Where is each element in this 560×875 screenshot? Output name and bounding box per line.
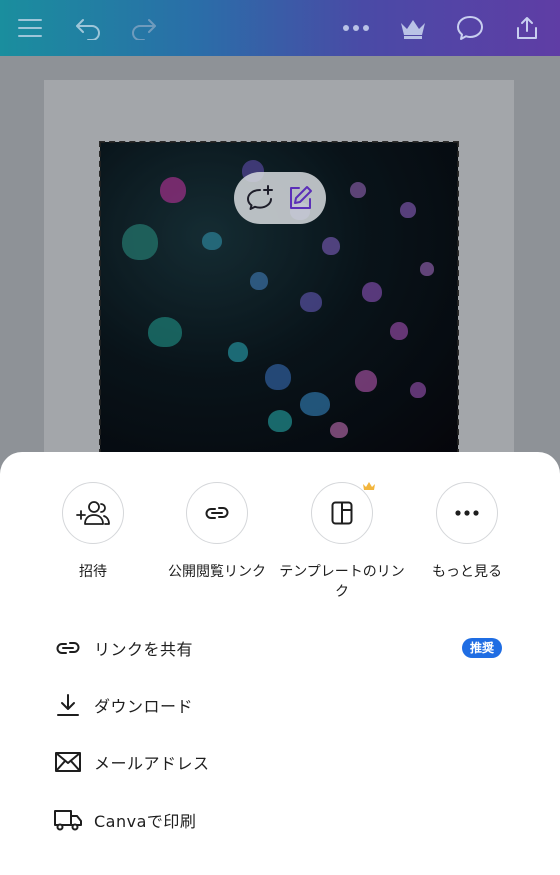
row-email[interactable]: メールアドレス bbox=[52, 742, 502, 782]
row-label: リンクを共有 bbox=[94, 640, 194, 659]
row-label: メールアドレス bbox=[94, 754, 210, 773]
invite-icon[interactable] bbox=[62, 482, 124, 544]
share-icon[interactable] bbox=[507, 8, 547, 48]
share-bottom-sheet: 招待 公開閲覧リンク テンプレートのリンク もっと見る リンクを共有 推奨 ダウ… bbox=[0, 452, 560, 875]
menu-icon[interactable] bbox=[10, 8, 50, 48]
row-download[interactable]: ダウンロード bbox=[52, 685, 502, 725]
crown-icon[interactable] bbox=[393, 8, 433, 48]
add-comment-icon[interactable] bbox=[242, 180, 278, 216]
top-toolbar bbox=[0, 0, 560, 56]
more-icon[interactable] bbox=[436, 482, 498, 544]
share-option-invite[interactable]: 招待 bbox=[30, 482, 156, 582]
share-option-template-link[interactable]: テンプレートのリンク bbox=[279, 482, 405, 602]
edit-icon[interactable] bbox=[282, 180, 318, 216]
link-icon[interactable] bbox=[186, 482, 248, 544]
row-label: Canvaで印刷 bbox=[94, 812, 197, 831]
element-floating-toolbar bbox=[234, 172, 326, 224]
share-option-label: もっと見る bbox=[432, 564, 502, 580]
undo-icon[interactable] bbox=[68, 8, 108, 48]
link-icon bbox=[52, 632, 84, 664]
redo-icon[interactable] bbox=[124, 8, 164, 48]
share-option-label: テンプレートのリンク bbox=[279, 564, 405, 600]
mail-icon bbox=[52, 746, 84, 778]
pro-crown-icon bbox=[362, 477, 376, 496]
share-option-label: 公開閲覧リンク bbox=[168, 564, 266, 580]
share-option-more[interactable]: もっと見る bbox=[404, 482, 530, 582]
truck-icon bbox=[52, 804, 84, 836]
share-option-label: 招待 bbox=[79, 564, 107, 580]
row-print-with-canva[interactable]: Canvaで印刷 bbox=[52, 800, 502, 840]
comment-icon[interactable] bbox=[450, 8, 490, 48]
recommended-badge: 推奨 bbox=[461, 638, 502, 658]
more-icon[interactable] bbox=[336, 8, 376, 48]
share-option-public-link[interactable]: 公開閲覧リンク bbox=[154, 482, 280, 582]
download-icon bbox=[52, 689, 84, 721]
row-label: ダウンロード bbox=[94, 697, 194, 716]
template-icon[interactable] bbox=[311, 482, 375, 544]
row-share-link[interactable]: リンクを共有 推奨 bbox=[52, 628, 502, 668]
